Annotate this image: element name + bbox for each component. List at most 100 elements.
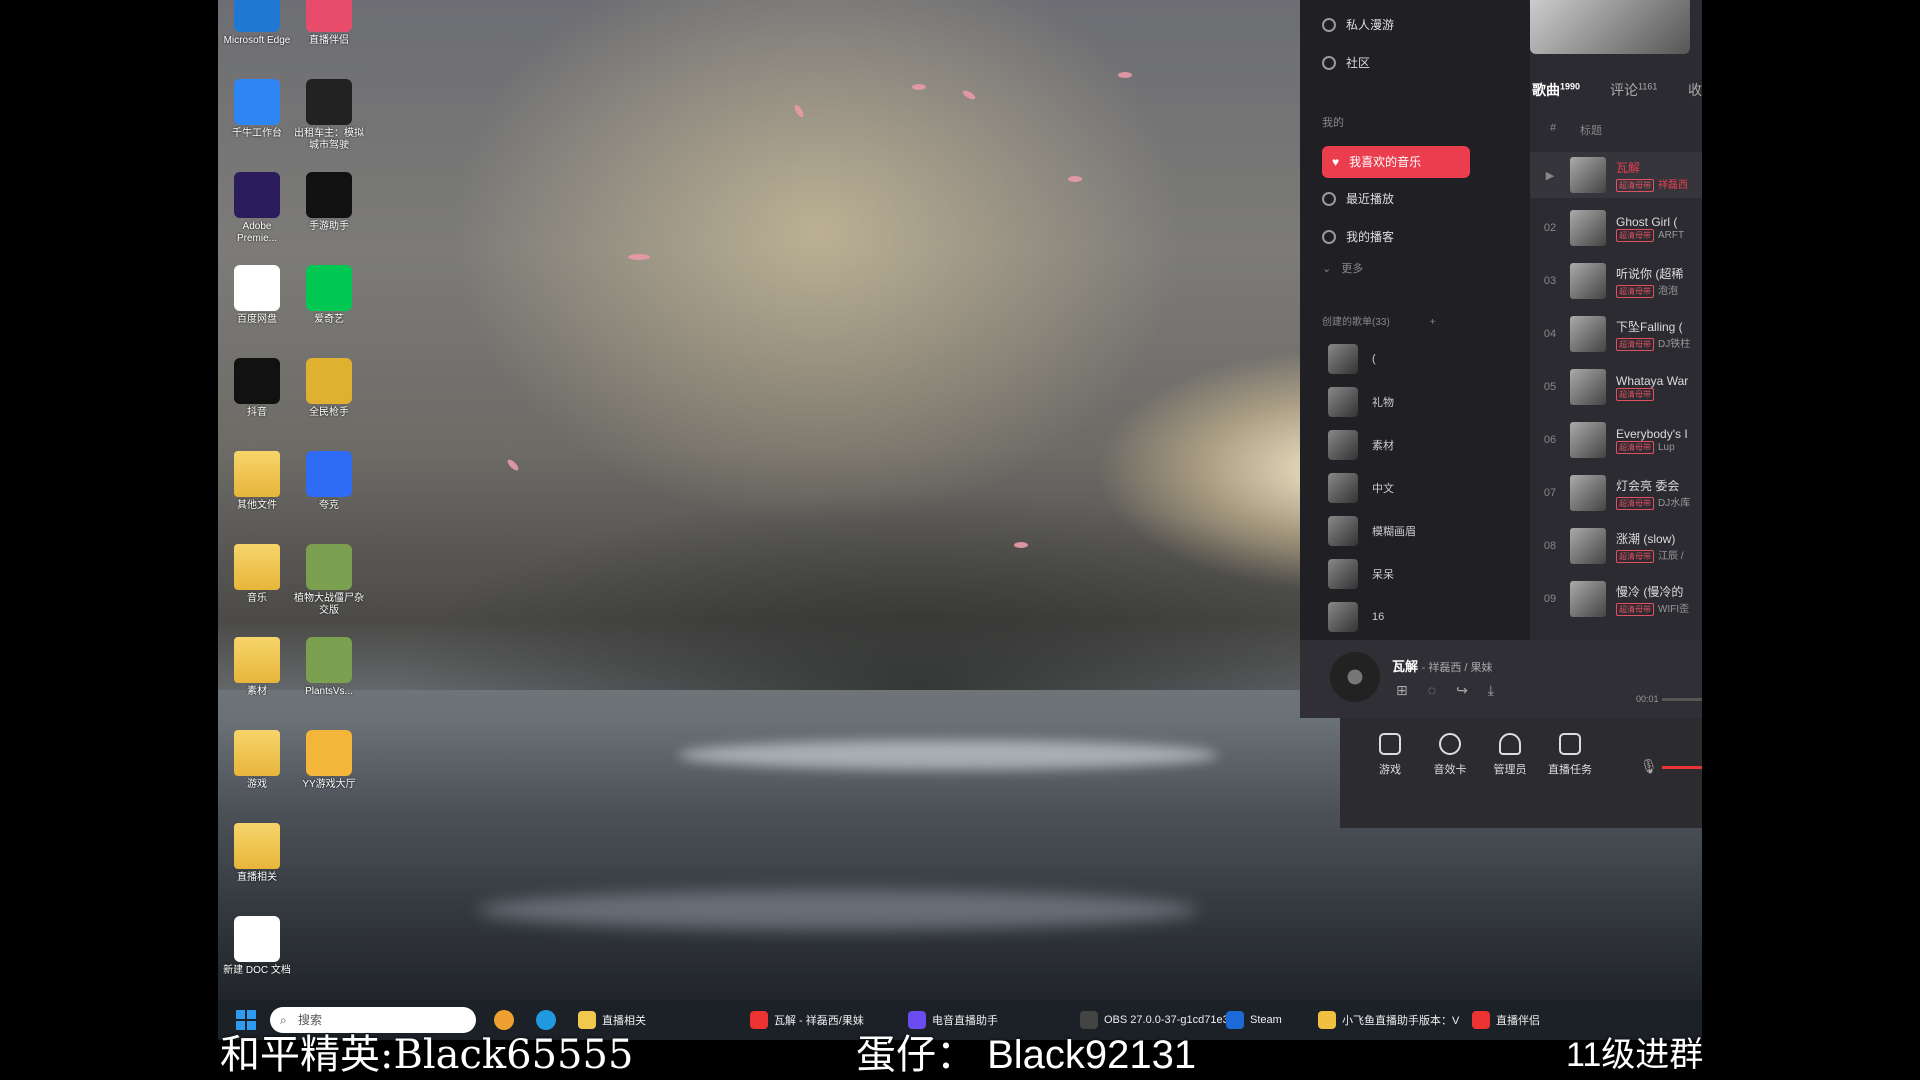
download-icon[interactable]: ⤓: [1488, 682, 1494, 699]
desktop-icon[interactable]: 植物大战僵尸杂交版: [294, 544, 364, 617]
taskbar-app[interactable]: 电音直播助手: [908, 1009, 998, 1031]
desktop-icon[interactable]: 夸克: [294, 451, 364, 512]
taskbar-app[interactable]: 直播相关: [578, 1009, 646, 1031]
nav-private-roam[interactable]: 私人漫游: [1322, 14, 1394, 36]
song-row[interactable]: 02 Ghost Girl (超清母带 ARFT: [1530, 205, 1702, 251]
control-label: 直播任务: [1548, 764, 1592, 776]
progress-bar[interactable]: [1662, 698, 1702, 701]
nav-community[interactable]: 社区: [1322, 52, 1370, 74]
taskbar-app[interactable]: 小飞鱼直播助手版本：V: [1318, 1009, 1459, 1031]
song-artist: 超清母带 WIFI歪: [1616, 600, 1689, 616]
add-to-playlist-icon[interactable]: ⊞: [1396, 682, 1408, 699]
song-row[interactable]: 07 灯会亮 委会 超清母带 DJ水库: [1530, 470, 1702, 516]
app-icon: [234, 544, 280, 590]
song-row[interactable]: 05 Whataya War 超清母带: [1530, 364, 1702, 410]
mic-volume-slider[interactable]: [1662, 766, 1702, 769]
edge-icon[interactable]: [536, 1010, 556, 1030]
desktop-icon[interactable]: 千牛工作台: [222, 79, 292, 140]
nav-recent[interactable]: 最近播放: [1322, 188, 1394, 210]
playlist-cover: [1328, 559, 1358, 589]
desktop-icon[interactable]: 直播相关: [222, 823, 292, 884]
control-games[interactable]: 游戏: [1360, 733, 1420, 777]
tab-comments[interactable]: 评论1161: [1610, 80, 1657, 100]
desktop-icon[interactable]: 爱奇艺: [294, 265, 364, 326]
desktop-icon[interactable]: 素材: [222, 637, 292, 698]
chat-icon: [1322, 56, 1336, 70]
song-row[interactable]: 06 Everybody's I 超清母带 Lup: [1530, 417, 1702, 463]
add-icon[interactable]: +: [1430, 312, 1436, 334]
playlist-cover: [1328, 430, 1358, 460]
quality-badge: 超清母带: [1616, 387, 1654, 401]
desktop-icon[interactable]: PlantsVs...: [294, 637, 364, 698]
playlist-item[interactable]: 16: [1328, 602, 1384, 632]
overlay-text-right: 11级进群: [1566, 1036, 1704, 1074]
app-icon: [306, 730, 352, 776]
desktop-icon[interactable]: 直播伴侣: [294, 0, 364, 47]
song-number: 02: [1543, 222, 1557, 234]
song-row[interactable]: 04 下坠Falling (超清母带 DJ铁柱: [1530, 311, 1702, 357]
share-icon[interactable]: ↪: [1456, 682, 1468, 699]
playlist-cover: [1328, 387, 1358, 417]
playlist-item[interactable]: (: [1328, 344, 1376, 374]
desktop-icon[interactable]: 新建 DOC 文档: [222, 916, 292, 977]
playlist-label: 16: [1372, 611, 1385, 623]
windows-start-icon[interactable]: [236, 1010, 256, 1030]
now-playing-title: 瓦解: [1392, 659, 1419, 674]
playlist-item[interactable]: 模糊画眉: [1328, 516, 1416, 546]
desktop-icon-label: 全民枪手: [309, 407, 349, 418]
playlist-item[interactable]: 礼物: [1328, 387, 1394, 417]
nav-liked-music[interactable]: ♥ 我喜欢的音乐: [1322, 146, 1470, 178]
control-sound-card[interactable]: 音效卡: [1420, 733, 1480, 777]
desktop-icon[interactable]: 手游助手: [294, 172, 364, 233]
song-number: 09: [1543, 593, 1557, 605]
app-icon: [234, 79, 280, 125]
taskbar-app[interactable]: Steam: [1226, 1009, 1282, 1031]
song-row[interactable]: 03 听说你 (超稀 超清母带 泡泡: [1530, 258, 1702, 304]
nav-podcast[interactable]: 我的播客: [1322, 226, 1394, 248]
playlist-item[interactable]: 中文: [1328, 473, 1394, 503]
taskbar-app[interactable]: 直播伴侣: [1472, 1009, 1540, 1031]
taskbar-app-label: 直播相关: [602, 1015, 646, 1027]
desktop-icon[interactable]: Microsoft Edge: [222, 0, 292, 47]
song-cover: [1570, 316, 1606, 352]
desktop-icon-label: Microsoft Edge: [223, 35, 291, 46]
song-row[interactable]: 08 涨潮 (slow) 超清母带 江辰 /: [1530, 523, 1702, 569]
playlist-item[interactable]: 素材: [1328, 430, 1394, 460]
desktop-icon[interactable]: 游戏: [222, 730, 292, 791]
playlist-item[interactable]: 呆呆: [1328, 559, 1394, 589]
desktop-icon[interactable]: 出租车主：模拟城市驾驶: [294, 79, 364, 152]
song-artist: 超清母带 泡泡: [1616, 282, 1683, 298]
desktop-icon[interactable]: 百度网盘: [222, 265, 292, 326]
song-row[interactable]: ▶ 瓦解 超清母带 祥磊西: [1530, 152, 1702, 198]
app-icon: [306, 451, 352, 497]
desktop-icon[interactable]: Adobe Premie...: [222, 172, 292, 245]
taskbar-app[interactable]: 瓦解 - 祥磊西/果妹: [750, 1009, 864, 1031]
chevron-down-icon: ⌄: [1322, 263, 1332, 275]
desktop-icon[interactable]: YY游戏大厅: [294, 730, 364, 791]
control-live-tasks[interactable]: 直播任务: [1540, 733, 1600, 777]
desktop-icon-label: YY游戏大厅: [302, 779, 356, 790]
taskbar-search[interactable]: ⌕ 搜索: [270, 1007, 476, 1033]
task-icon: [1559, 733, 1581, 755]
taskbar-app-label: 直播伴侣: [1496, 1015, 1540, 1027]
taskbar-app[interactable]: OBS 27.0.0-37-g1cd71e3: [1080, 1009, 1229, 1031]
desktop-icon[interactable]: 其他文件: [222, 451, 292, 512]
song-number: 03: [1543, 275, 1557, 287]
control-admin[interactable]: 管理员: [1480, 733, 1540, 777]
created-playlists-header[interactable]: 创建的歌单(33) +: [1322, 312, 1436, 334]
tab-songs[interactable]: 歌曲1990: [1532, 80, 1580, 100]
comment-icon[interactable]: ◌: [1428, 682, 1436, 699]
app-icon[interactable]: [494, 1010, 514, 1030]
desktop-icon[interactable]: 音乐: [222, 544, 292, 605]
mic-icon[interactable]: 🎙: [1640, 758, 1658, 775]
tab-collect[interactable]: 收: [1688, 80, 1702, 100]
song-cover: [1570, 369, 1606, 405]
nav-more[interactable]: ⌄ 更多: [1322, 258, 1363, 280]
now-playing-cover[interactable]: [1330, 652, 1380, 702]
app-icon: [234, 0, 280, 32]
desktop-icon[interactable]: 抖音: [222, 358, 292, 419]
playlist-cover: [1328, 473, 1358, 503]
desktop-icon[interactable]: 全民枪手: [294, 358, 364, 419]
song-row[interactable]: 09 慢冷 (慢冷的 超清母带 WIFI歪: [1530, 576, 1702, 622]
petal: [628, 254, 650, 260]
